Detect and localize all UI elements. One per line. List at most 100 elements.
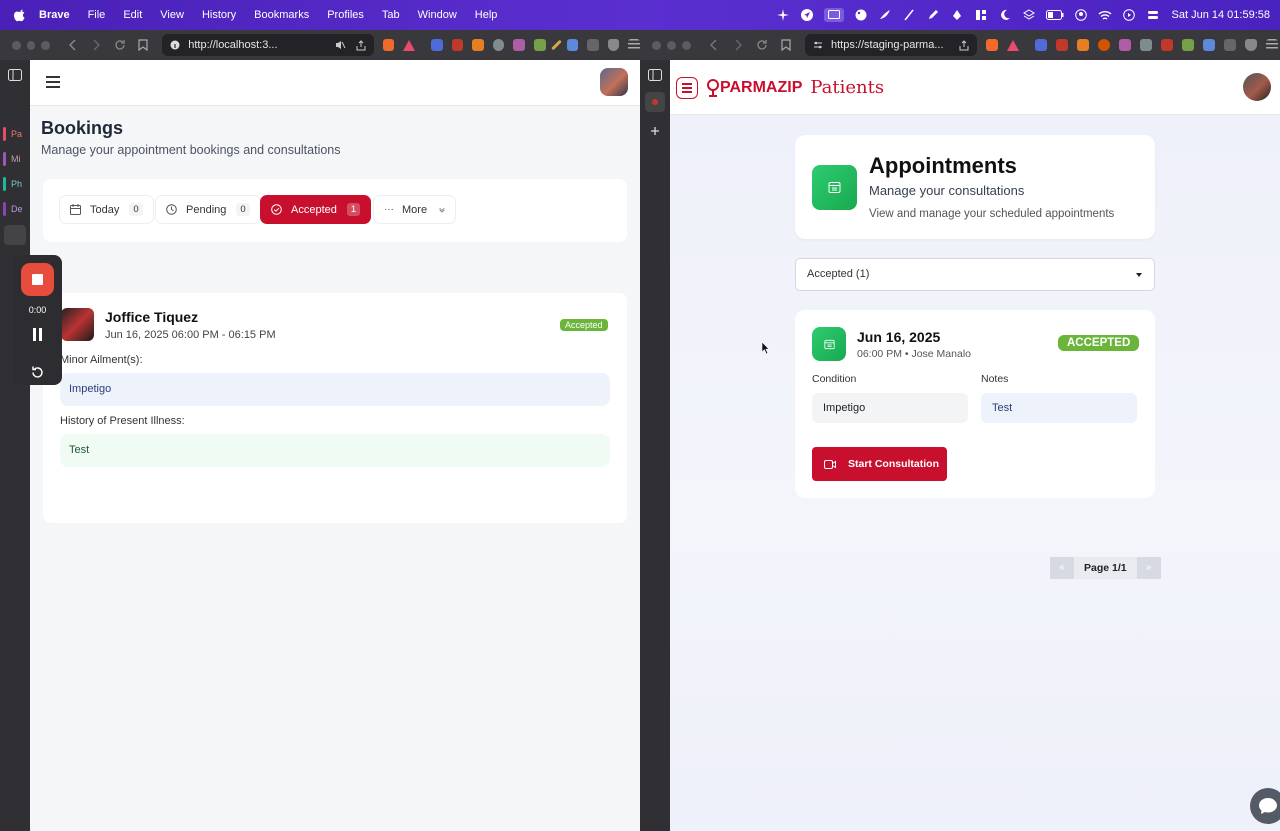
menu-window[interactable]: Window xyxy=(418,9,457,21)
window-zoom-button[interactable] xyxy=(682,40,691,50)
menu-icon[interactable] xyxy=(628,39,640,51)
vertical-tab-3[interactable]: Ph xyxy=(0,175,30,193)
reload-icon[interactable] xyxy=(755,38,769,52)
play-circle-icon[interactable] xyxy=(1122,8,1136,22)
stop-recording-button[interactable] xyxy=(21,263,54,296)
extension-icon-4[interactable] xyxy=(492,39,505,51)
new-tab-icon[interactable] xyxy=(650,126,660,136)
chat-bubble-button[interactable] xyxy=(1250,788,1280,824)
booking-card[interactable]: Joffice Tiquez Jun 16, 2025 06:00 PM - 0… xyxy=(43,293,627,523)
menu-file[interactable]: File xyxy=(88,9,106,21)
window-zoom-button[interactable] xyxy=(41,40,51,50)
brave-shield-icon[interactable] xyxy=(986,39,998,51)
tab-pending[interactable]: Pending 0 xyxy=(155,195,261,224)
avatar[interactable] xyxy=(1243,73,1271,101)
reload-icon[interactable] xyxy=(113,38,127,52)
muted-icon[interactable] xyxy=(335,40,346,50)
grid-icon[interactable] xyxy=(974,8,988,22)
brave-rewards-icon[interactable] xyxy=(403,39,416,51)
extension-icon-3[interactable] xyxy=(472,39,484,51)
menu-help[interactable]: Help xyxy=(475,9,498,21)
sparkle-icon[interactable] xyxy=(776,8,790,22)
palette-icon[interactable] xyxy=(854,8,868,22)
share-icon[interactable] xyxy=(356,39,366,51)
navigation-icon[interactable] xyxy=(800,8,814,22)
extension-icon-2[interactable] xyxy=(1056,39,1068,51)
puzzle-icon[interactable] xyxy=(1224,39,1236,51)
brave-rewards-icon[interactable] xyxy=(1007,39,1019,51)
menu-view[interactable]: View xyxy=(160,9,184,21)
brand-logo[interactable]: PARMAZIP Patients xyxy=(706,77,884,98)
extension-icon-5[interactable] xyxy=(513,39,526,51)
vertical-tab-4[interactable]: De xyxy=(0,200,30,218)
extension-icon-1[interactable] xyxy=(431,39,443,51)
tab-today[interactable]: Today 0 xyxy=(59,195,154,224)
extension-icon-6[interactable] xyxy=(1140,39,1152,51)
menu-bookmarks[interactable]: Bookmarks xyxy=(254,9,309,21)
next-page-button[interactable]: » xyxy=(1136,557,1161,579)
moon-icon[interactable] xyxy=(998,8,1012,22)
extension-icon-8[interactable] xyxy=(1182,39,1194,51)
menu-history[interactable]: History xyxy=(202,9,236,21)
puzzle-icon[interactable] xyxy=(587,39,599,51)
vertical-tab-1[interactable]: Pa xyxy=(0,125,30,143)
bird-icon[interactable] xyxy=(878,8,892,22)
window-close-button[interactable] xyxy=(652,40,661,50)
menu-app-name[interactable]: Brave xyxy=(39,9,70,21)
bookmark-icon[interactable] xyxy=(779,38,793,52)
user-icon[interactable] xyxy=(1074,8,1088,22)
forward-icon[interactable] xyxy=(90,38,104,52)
menu-icon[interactable] xyxy=(1266,39,1278,51)
vertical-tab-5[interactable] xyxy=(4,225,26,245)
sidebar-toggle-icon[interactable] xyxy=(8,69,22,81)
extension-icon-8[interactable] xyxy=(566,39,579,51)
hamburger-menu-icon[interactable] xyxy=(676,77,698,99)
menu-profiles[interactable]: Profiles xyxy=(327,9,364,21)
extension-icon-2[interactable] xyxy=(451,39,464,51)
restart-icon[interactable] xyxy=(30,365,45,380)
share-icon[interactable] xyxy=(959,39,969,51)
drop-icon[interactable] xyxy=(950,8,964,22)
bookmark-icon[interactable] xyxy=(137,38,151,52)
back-icon[interactable] xyxy=(66,38,80,52)
start-consultation-button[interactable]: Start Consultation xyxy=(812,447,947,481)
extension-icon-6[interactable] xyxy=(534,39,546,51)
hamburger-menu-icon[interactable] xyxy=(46,76,60,88)
pen-icon[interactable] xyxy=(926,8,940,22)
menubar-clock[interactable]: Sat Jun 14 01:59:58 xyxy=(1172,9,1270,21)
window-minimize-button[interactable] xyxy=(26,40,36,50)
vertical-tab-2[interactable]: Mi xyxy=(0,150,30,168)
forward-icon[interactable] xyxy=(731,38,745,52)
control-center-icon[interactable] xyxy=(1146,8,1160,22)
tab-accepted[interactable]: Accepted 1 xyxy=(260,195,372,224)
extension-icon-7[interactable] xyxy=(550,39,562,51)
vertical-tab-active[interactable] xyxy=(645,92,665,112)
tab-more[interactable]: ··· More xyxy=(373,195,456,224)
pause-icon[interactable] xyxy=(32,328,43,341)
extension-icon-5[interactable] xyxy=(1119,39,1131,51)
brave-shield-icon[interactable] xyxy=(382,39,395,51)
avatar[interactable] xyxy=(600,68,628,96)
back-icon[interactable] xyxy=(707,38,721,52)
left-address-bar[interactable]: http://localhost:3... xyxy=(162,34,374,56)
site-settings-icon[interactable] xyxy=(813,40,823,50)
shield-icon[interactable] xyxy=(607,39,620,51)
apple-icon[interactable] xyxy=(13,8,27,22)
extension-icon-1[interactable] xyxy=(1035,39,1047,51)
prev-page-button[interactable]: « xyxy=(1050,557,1074,579)
extension-icon-9[interactable] xyxy=(1203,39,1215,51)
sidebar-toggle-icon[interactable] xyxy=(648,69,662,81)
shield-icon[interactable] xyxy=(1245,39,1257,51)
status-filter-select[interactable]: Accepted (1) xyxy=(795,258,1155,291)
extension-icon-3[interactable] xyxy=(1077,39,1089,51)
menu-edit[interactable]: Edit xyxy=(123,9,142,21)
right-address-bar[interactable]: https://staging-parma... xyxy=(805,34,977,56)
window-minimize-button[interactable] xyxy=(667,40,676,50)
window-close-button[interactable] xyxy=(12,40,21,50)
screen-share-icon[interactable] xyxy=(823,8,844,22)
extension-icon-7[interactable] xyxy=(1161,39,1173,51)
slash-icon[interactable] xyxy=(902,8,916,22)
menu-tab[interactable]: Tab xyxy=(382,9,400,21)
layers-icon[interactable] xyxy=(1022,8,1036,22)
extension-icon-4[interactable] xyxy=(1098,39,1110,51)
